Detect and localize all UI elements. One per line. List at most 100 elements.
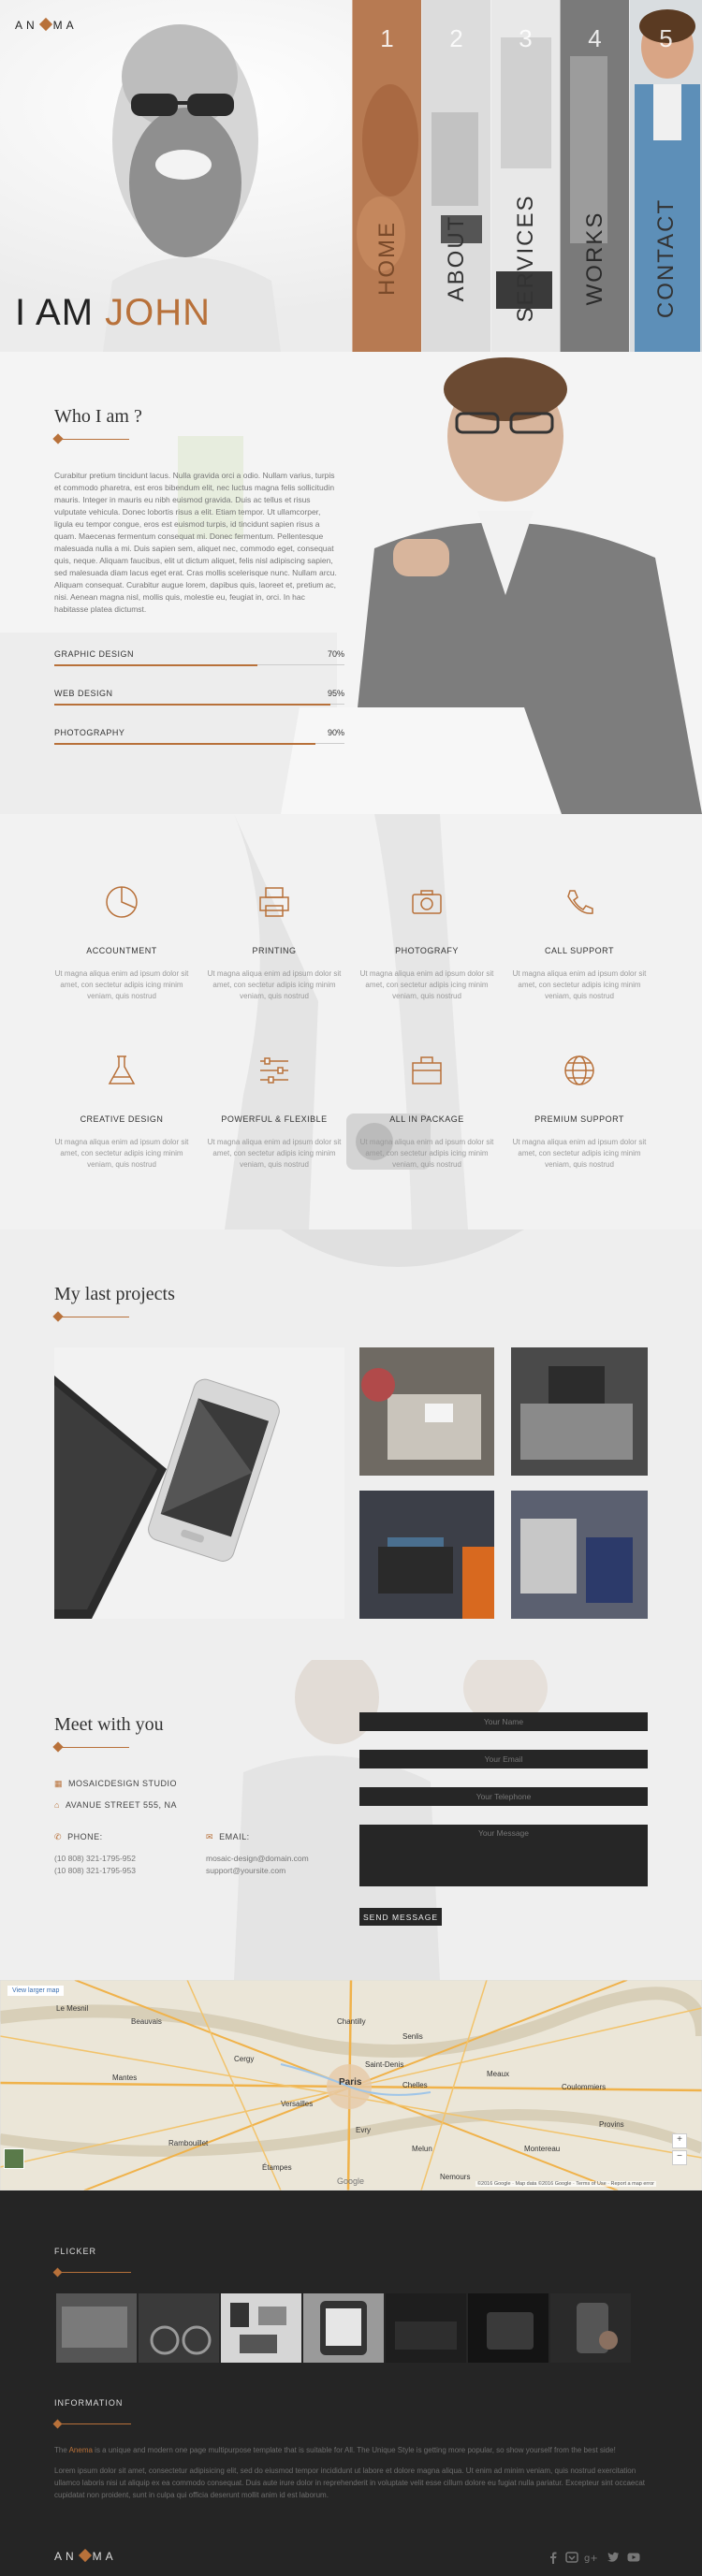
- hero-title: I AM JOHN: [15, 292, 211, 334]
- phone-label: PHONE:: [67, 1832, 103, 1841]
- map-city-label: Mantes: [112, 2074, 138, 2082]
- service-item: CREATIVE DESIGN Ut magna aliqua enim ad …: [51, 1052, 192, 1171]
- service-title: CREATIVE DESIGN: [80, 1114, 164, 1124]
- project-thumb-3[interactable]: [359, 1491, 494, 1619]
- project-thumb-4[interactable]: [511, 1491, 648, 1619]
- nav-panel-services[interactable]: 3 SERVICES: [490, 0, 560, 352]
- about-text: Curabitur pretium tincidunt lacus. Nulla…: [54, 471, 337, 614]
- map-city-label: Versailles: [281, 2100, 314, 2108]
- logo-text-right: MA: [52, 19, 78, 32]
- map-city-label: Saint-Denis: [365, 2060, 404, 2069]
- service-desc: Ut magna aliqua enim ad ipsum dolor sit …: [512, 1138, 647, 1169]
- flickr-thumb-1[interactable]: [56, 2293, 137, 2363]
- project-thumb-large[interactable]: [54, 1347, 344, 1619]
- map-city-label: Coulommiers: [562, 2083, 607, 2091]
- service-desc: Ut magna aliqua enim ad ipsum dolor sit …: [207, 1138, 342, 1169]
- footer-logo[interactable]: AN MA: [54, 2548, 117, 2563]
- zoom-in-button[interactable]: +: [672, 2133, 687, 2148]
- service-item: PHOTOGRAFY Ut magna aliqua enim ad ipsum…: [357, 883, 497, 1002]
- map-city-label: Beauvais: [131, 2017, 162, 2026]
- send-message-button[interactable]: SEND MESSAGE: [359, 1908, 442, 1926]
- project-laptop-image: [359, 1491, 494, 1619]
- service-title: PHOTOGRAFY: [395, 946, 459, 955]
- flickr-thumb-3[interactable]: [221, 2293, 301, 2363]
- map-section[interactable]: View larger map Paris Le Mesnil Beauvais…: [0, 1980, 702, 2190]
- service-desc: Ut magna aliqua enim ad ipsum dolor sit …: [54, 1138, 189, 1169]
- email-address[interactable]: mosaic-design@domain.com: [206, 1853, 309, 1865]
- info-lead: The: [54, 2446, 67, 2454]
- nav-panel-works[interactable]: 4 WORKS: [560, 0, 630, 352]
- nav-panel-contact[interactable]: 5 CONTACT: [629, 0, 702, 352]
- package-icon: [412, 1056, 442, 1084]
- logo-text-left: AN: [15, 19, 38, 32]
- service-title: PRINTING: [252, 946, 297, 955]
- address-text: AVANUE STREET 555, NA: [65, 1800, 177, 1810]
- name-field[interactable]: [359, 1712, 648, 1731]
- home-icon: ⌂: [54, 1800, 60, 1810]
- map-attribution: ©2016 Google · Map data ©2016 Google · T…: [475, 2181, 656, 2187]
- information-text-1: The Anema is a unique and modern one pag…: [54, 2444, 648, 2456]
- printer-icon: [259, 887, 289, 917]
- twitter-icon[interactable]: [607, 2551, 620, 2564]
- nav-panel-label: CONTACT: [652, 197, 679, 319]
- flickr-thumb-7[interactable]: [550, 2293, 631, 2363]
- logo-text-left: AN: [54, 2550, 78, 2563]
- phone-icon: [567, 890, 593, 914]
- service-title: PREMIUM SUPPORT: [534, 1114, 624, 1124]
- satellite-toggle-button[interactable]: [4, 2148, 24, 2169]
- about-title: Who I am ?: [54, 406, 142, 427]
- project-thumb-2[interactable]: [511, 1347, 648, 1476]
- youtube-icon[interactable]: [627, 2551, 640, 2564]
- map-city-label: Evry: [356, 2126, 371, 2134]
- service-title: POWERFUL & FLEXIBLE: [221, 1114, 328, 1124]
- sliders-icon: [260, 1057, 288, 1084]
- flickr-thumb-4[interactable]: [303, 2293, 384, 2363]
- service-desc: Ut magna aliqua enim ad ipsum dolor sit …: [359, 1138, 494, 1169]
- hero-section: AN MA I AM JOHN 1 HOME 2 ABOUT 3 SERVICES…: [0, 0, 702, 352]
- service-desc: Ut magna aliqua enim ad ipsum dolor sit …: [207, 969, 342, 1000]
- map-city-label: Le Mesnil: [56, 2004, 89, 2013]
- flickr-image: [468, 2293, 548, 2363]
- service-title: ACCOUNTMENT: [86, 946, 157, 955]
- google-plus-icon[interactable]: g+: [584, 2551, 597, 2564]
- information-text-2: Lorem ipsum dolor sit amet, consectetur …: [54, 2467, 646, 2499]
- title-divider: [54, 2423, 131, 2424]
- service-desc: Ut magna aliqua enim ad ipsum dolor sit …: [359, 969, 494, 1000]
- email-field[interactable]: [359, 1750, 648, 1768]
- phone-number: (10 808) 321-1795-953: [54, 1866, 136, 1875]
- facebook-icon[interactable]: [547, 2551, 560, 2564]
- project-thumb-1[interactable]: [359, 1347, 494, 1476]
- map-city-label: Chelles: [402, 2081, 428, 2089]
- nav-panel-home[interactable]: 1 HOME: [352, 0, 421, 352]
- skill-percent: 90%: [327, 728, 344, 737]
- flickr-image: [56, 2293, 137, 2363]
- service-title: CALL SUPPORT: [544, 946, 615, 955]
- flickr-image: [139, 2293, 219, 2363]
- nav-panel-number: 2: [449, 24, 463, 52]
- footer-section: FLICKER INFORMATION The Anema is a uniqu…: [0, 2190, 702, 2576]
- logo[interactable]: AN MA: [15, 17, 78, 32]
- flickr-thumb-6[interactable]: [468, 2293, 548, 2363]
- message-field[interactable]: [359, 1825, 648, 1886]
- phone-icon: ✆: [54, 1832, 63, 1841]
- logo-diamond-icon: [78, 2548, 92, 2563]
- svg-text:g+: g+: [584, 2554, 597, 2564]
- project-desk-image: [511, 1347, 648, 1476]
- map-center-city: Paris: [339, 2077, 362, 2088]
- service-title: ALL IN PACKAGE: [389, 1114, 464, 1124]
- flickr-thumb-2[interactable]: [139, 2293, 219, 2363]
- map-city-label: Étampes: [262, 2163, 292, 2172]
- skill-name: GRAPHIC DESIGN: [54, 649, 135, 659]
- view-larger-map-link[interactable]: View larger map: [7, 1986, 65, 1996]
- nav-panel-number: 4: [588, 24, 602, 52]
- pinterest-icon[interactable]: [565, 2551, 578, 2564]
- title-divider-diamond: [52, 2267, 63, 2278]
- telephone-field[interactable]: [359, 1787, 648, 1806]
- project-meeting-image: [359, 1347, 494, 1476]
- info-text: is a unique and modern one page multipur…: [95, 2446, 616, 2454]
- flickr-thumb-5[interactable]: [386, 2293, 466, 2363]
- zoom-out-button[interactable]: −: [672, 2150, 687, 2165]
- email-address[interactable]: support@yoursite.com: [206, 1865, 309, 1877]
- map-city-label: Cergy: [234, 2055, 255, 2063]
- nav-panel-about[interactable]: 2 ABOUT: [421, 0, 490, 352]
